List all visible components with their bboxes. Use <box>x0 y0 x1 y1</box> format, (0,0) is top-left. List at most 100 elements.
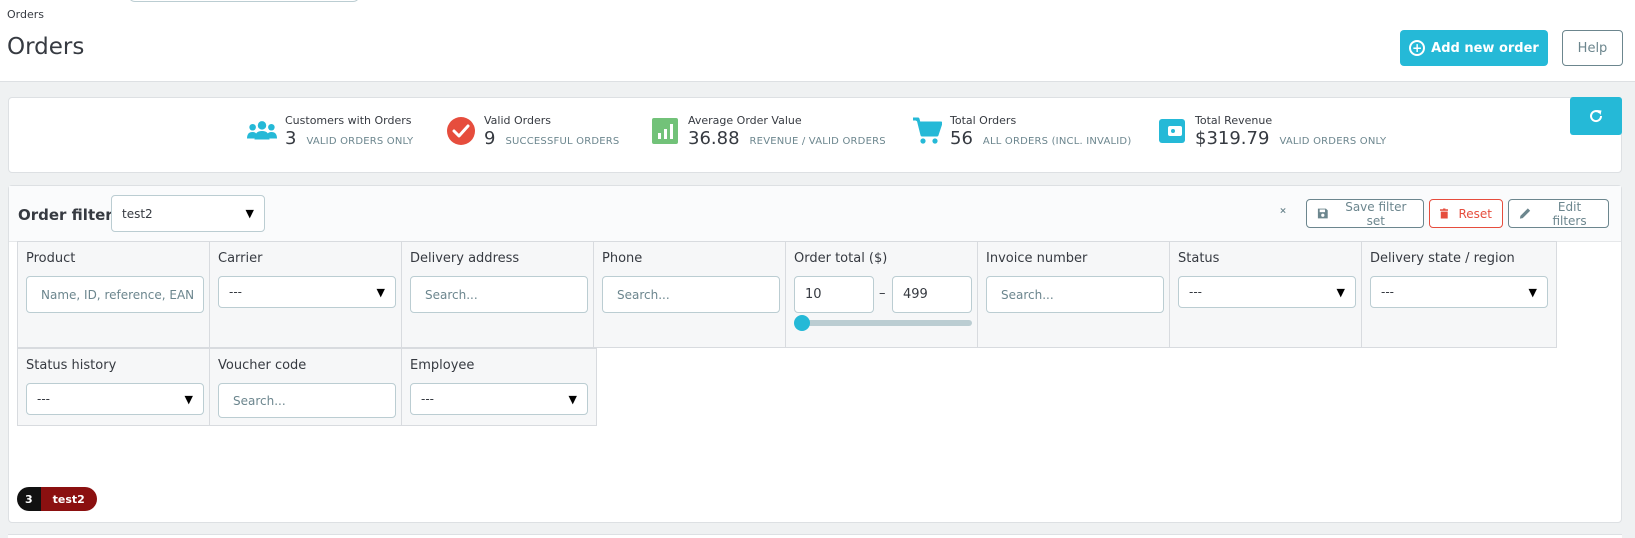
filter-employee: Employee --- ▼ <box>401 348 597 426</box>
reset-filters-button[interactable]: Reset <box>1429 199 1503 228</box>
status-history-select[interactable]: --- ▼ <box>26 383 204 415</box>
kpi-subtitle: ALL ORDERS (INCL. INVALID) <box>982 136 1132 147</box>
next-panel-edge <box>8 534 1622 538</box>
delivery-state-select[interactable]: --- ▼ <box>1370 276 1548 308</box>
order-total-slider-track[interactable] <box>802 320 972 326</box>
order-filter-panel: Order filter test2 ▼ ⌄ ⌃ Save filter set … <box>8 185 1622 523</box>
order-filter-header: Order filter test2 ▼ ⌄ ⌃ Save filter set … <box>9 186 1621 242</box>
trash-icon <box>1440 208 1449 219</box>
caret-down-icon: ▼ <box>184 392 193 406</box>
kpi-total-orders[interactable]: Total Orders 56 ALL ORDERS (INCL. INVALI… <box>912 114 1131 149</box>
cart-icon <box>912 116 942 146</box>
kpi-value: 9 <box>484 128 496 149</box>
pencil-icon <box>1519 208 1531 219</box>
active-filter-tag[interactable]: 3 test2 <box>17 487 97 511</box>
caret-down-icon: ▼ <box>1528 285 1537 299</box>
top-search-input[interactable] <box>128 0 360 2</box>
order-total-slider-handle[interactable] <box>794 315 810 331</box>
filter-label: Product <box>26 251 76 266</box>
order-total-max-input[interactable]: 499 <box>892 276 972 313</box>
edit-filters-button[interactable]: Edit filters <box>1508 199 1609 228</box>
order-filter-title: Order filter <box>18 206 113 224</box>
filter-order-total: Order total ($) 10 – 499 <box>785 241 981 348</box>
delivery-state-value: --- <box>1381 285 1394 299</box>
kpi-title: Valid Orders <box>484 114 551 127</box>
save-filter-set-label: Save filter set <box>1345 199 1407 228</box>
save-filter-set-button[interactable]: Save filter set <box>1306 199 1424 228</box>
reset-label: Reset <box>1458 206 1492 221</box>
product-search-input[interactable]: Name, ID, reference, EAN <box>26 276 204 313</box>
tag-name: test2 <box>40 487 97 511</box>
voucher-code-input[interactable]: Search... <box>218 383 396 418</box>
filter-invoice-number: Invoice number Search... <box>977 241 1173 348</box>
caret-down-icon: ▼ <box>1336 285 1345 299</box>
tag-count-badge: 3 <box>17 487 41 511</box>
filter-label: Employee <box>410 358 475 373</box>
kpi-valid-orders[interactable]: Valid Orders 9 SUCCESSFUL ORDERS <box>446 114 619 149</box>
kpi-average-order-value[interactable]: Average Order Value 36.88 REVENUE / VALI… <box>650 114 886 149</box>
kpi-customers[interactable]: Customers with Orders 3 VALID ORDERS ONL… <box>247 114 413 149</box>
edit-filters-label: Edit filters <box>1552 199 1587 228</box>
kpi-title: Total Orders <box>950 114 1017 127</box>
filter-voucher-code: Voucher code Search... <box>209 348 405 426</box>
kpi-title: Average Order Value <box>688 114 802 127</box>
filter-label: Status <box>1178 251 1220 266</box>
filter-label: Delivery address <box>410 251 520 266</box>
order-total-min-input[interactable]: 10 <box>794 276 874 313</box>
kpi-subtitle: VALID ORDERS ONLY <box>1279 136 1387 147</box>
kpi-subtitle: REVENUE / VALID ORDERS <box>749 136 886 147</box>
status-history-value: --- <box>37 392 50 406</box>
refresh-kpi-button[interactable] <box>1570 97 1622 135</box>
breadcrumb[interactable]: Orders <box>7 8 44 21</box>
carrier-value: --- <box>229 285 242 299</box>
filter-label: Status history <box>26 358 117 373</box>
save-icon <box>1317 208 1328 219</box>
kpi-title: Total Revenue <box>1195 114 1273 127</box>
kpi-value: $319.79 <box>1195 128 1270 149</box>
filter-carrier: Carrier --- ▼ <box>209 241 405 348</box>
help-button[interactable]: Help <box>1562 30 1623 66</box>
kpi-value: 56 <box>950 128 973 149</box>
filter-label: Voucher code <box>218 358 307 373</box>
filter-delivery-address: Delivery address Search... <box>401 241 597 348</box>
phone-input[interactable]: Search... <box>602 276 780 313</box>
check-circle-icon <box>446 116 476 146</box>
filter-status: Status --- ▼ <box>1169 241 1365 348</box>
caret-down-icon: ▼ <box>568 392 577 406</box>
refresh-icon <box>1590 110 1603 123</box>
status-value: --- <box>1189 285 1202 299</box>
plus-circle-icon: + <box>1409 40 1426 56</box>
page-title: Orders <box>7 34 85 60</box>
status-select[interactable]: --- ▼ <box>1178 276 1356 308</box>
kpi-subtitle: SUCCESSFUL ORDERS <box>505 136 620 147</box>
filter-label: Carrier <box>218 251 263 266</box>
invoice-number-input[interactable]: Search... <box>986 276 1164 313</box>
add-new-order-label: Add new order <box>1431 40 1539 56</box>
caret-down-icon: ▼ <box>245 207 254 220</box>
employee-select[interactable]: --- ▼ <box>410 383 588 415</box>
bar-chart-icon <box>650 116 680 146</box>
kpi-value: 3 <box>285 128 297 149</box>
kpi-title: Customers with Orders <box>285 114 412 127</box>
employee-value: --- <box>421 392 434 406</box>
filter-product: Product Name, ID, reference, EAN <box>17 241 213 348</box>
delivery-address-input[interactable]: Search... <box>410 276 588 313</box>
kpi-row: Customers with Orders 3 VALID ORDERS ONL… <box>8 97 1622 173</box>
page-header: Orders Orders + Add new order Help <box>0 0 1635 82</box>
kpi-total-revenue[interactable]: Total Revenue $319.79 VALID ORDERS ONLY <box>1157 114 1386 149</box>
range-separator: – <box>879 286 886 301</box>
carrier-select[interactable]: --- ▼ <box>218 276 396 308</box>
add-new-order-button[interactable]: + Add new order <box>1400 30 1548 66</box>
filter-label: Phone <box>602 251 643 266</box>
filter-delivery-state: Delivery state / region --- ▼ <box>1361 241 1557 348</box>
filter-set-value: test2 <box>122 206 153 221</box>
filter-label: Invoice number <box>986 251 1088 266</box>
collapse-icon[interactable]: ⌄ ⌃ <box>1278 201 1288 221</box>
filter-set-select[interactable]: test2 ▼ <box>111 195 265 232</box>
caret-down-icon: ▼ <box>376 285 385 299</box>
users-icon <box>247 116 277 146</box>
filter-label: Delivery state / region <box>1370 251 1515 266</box>
kpi-value: 36.88 <box>688 128 740 149</box>
wallet-icon <box>1157 116 1187 146</box>
filter-status-history: Status history --- ▼ <box>17 348 213 426</box>
